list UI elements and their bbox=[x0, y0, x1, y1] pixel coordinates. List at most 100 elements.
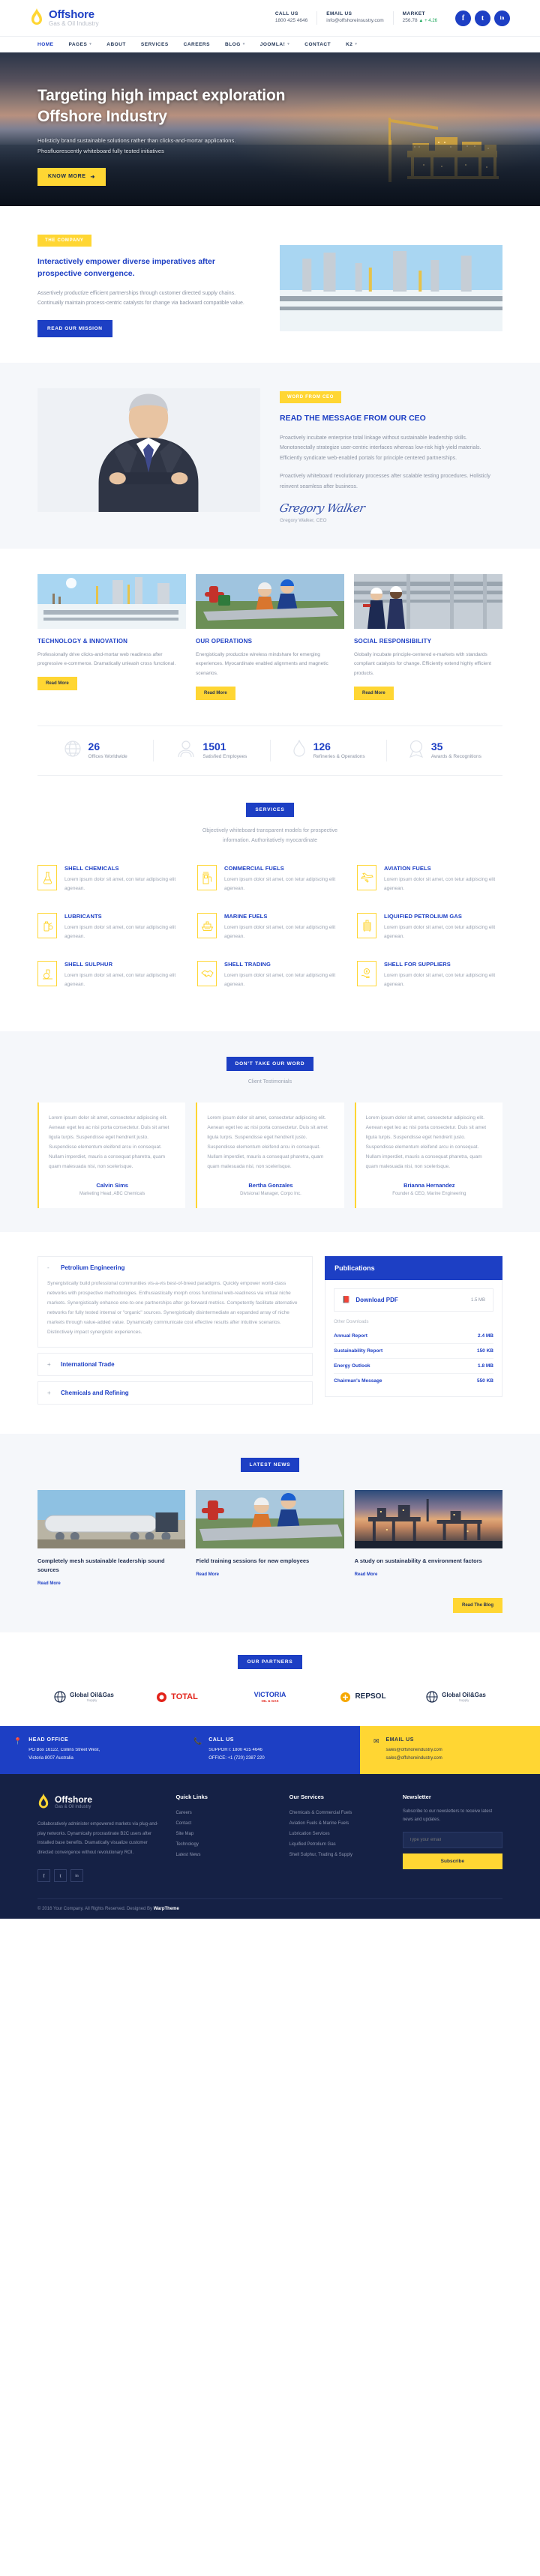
nav-item-contact[interactable]: CONTACT bbox=[297, 42, 338, 47]
download-item[interactable]: Annual Report 2.4 MB bbox=[334, 1329, 494, 1345]
nav-label: CONTACT bbox=[304, 41, 332, 47]
news-title[interactable]: Field training sessions for new employee… bbox=[196, 1557, 344, 1566]
stat-number: 1501 bbox=[202, 740, 226, 753]
newsletter-subscribe-button[interactable]: Subscribe bbox=[402, 1853, 502, 1869]
footer-link-careers[interactable]: Careers bbox=[176, 1808, 275, 1818]
footer-service-sulphur[interactable]: Shell Sulphur, Trading & Supply bbox=[290, 1850, 389, 1860]
top-contact-info: CALL US 1800 425 4646 EMAIL US info@offs… bbox=[266, 10, 510, 26]
service-item[interactable]: SHELL TRADING Lorem ipsum dolor sit amet,… bbox=[197, 961, 342, 989]
read-more-button[interactable]: Read More bbox=[196, 686, 236, 700]
linkedin-icon[interactable]: in bbox=[70, 1869, 83, 1883]
burner-icon bbox=[38, 961, 57, 987]
copyright-brand[interactable]: WarpTheme bbox=[154, 1907, 179, 1911]
partner-name: TOTAL bbox=[171, 1692, 198, 1701]
facebook-icon[interactable]: f bbox=[455, 10, 471, 26]
service-text: Lorem ipsum dolor sit amet, con tetur ad… bbox=[224, 877, 336, 892]
service-item[interactable]: SHELL FOR SUPPLIERS Lorem ipsum dolor sit… bbox=[357, 961, 502, 989]
partner-logo-total[interactable]: TOTAL bbox=[130, 1687, 224, 1707]
footer-logo[interactable]: Offshore Gas & Oil industry bbox=[38, 1794, 162, 1811]
download-item[interactable]: Chairman's Message 550 KB bbox=[334, 1374, 494, 1388]
news-title[interactable]: Completely mesh sustainable leadership s… bbox=[38, 1557, 185, 1575]
news-title[interactable]: A study on sustainability & environment … bbox=[355, 1557, 502, 1566]
facebook-icon[interactable]: f bbox=[38, 1869, 50, 1883]
flame-icon bbox=[38, 1794, 49, 1809]
service-item[interactable]: COMMERCIAL FUELS Lorem ipsum dolor sit am… bbox=[197, 865, 342, 893]
call-us-label: CALL US bbox=[208, 1737, 234, 1743]
news-read-more[interactable]: Read More bbox=[196, 1572, 344, 1577]
service-title: COMMERCIAL FUELS bbox=[224, 865, 284, 872]
crew-photo bbox=[196, 1490, 344, 1549]
footer-service-chemicals[interactable]: Chemicals & Commercial Fuels bbox=[290, 1808, 389, 1818]
accordion-item-international-trade[interactable]: + International Trade bbox=[38, 1353, 314, 1377]
read-our-mission-button[interactable]: READ OUR MISSION bbox=[38, 319, 112, 337]
nav-item-about[interactable]: ABOUT bbox=[99, 42, 134, 47]
newsletter-email-input[interactable] bbox=[402, 1831, 502, 1848]
footer-link-contact[interactable]: Contact bbox=[176, 1818, 275, 1829]
footer-service-lpg[interactable]: Liquified Petrolium Gas bbox=[290, 1839, 389, 1850]
service-item[interactable]: SHELL CHEMICALS Lorem ipsum dolor sit ame… bbox=[38, 865, 182, 893]
accordion-item-chemicals-and-refining[interactable]: + Chemicals and Refining bbox=[38, 1381, 314, 1405]
footer-link-site-map[interactable]: Site Map bbox=[176, 1829, 275, 1839]
service-title: LUBRICANTS bbox=[64, 913, 102, 920]
email-us-value[interactable]: info@offshoreinsustry.com bbox=[326, 18, 383, 25]
accordion-header[interactable]: - Petrolium Engineering bbox=[38, 1257, 312, 1279]
know-more-label: KNOW MORE bbox=[48, 174, 86, 180]
call-us-value[interactable]: 1800 425 4646 bbox=[275, 18, 308, 25]
service-title: MARINE FUELS bbox=[224, 913, 268, 920]
linkedin-icon[interactable]: in bbox=[494, 10, 510, 26]
footer-link-technology[interactable]: Technology bbox=[176, 1839, 275, 1850]
service-text: Lorem ipsum dolor sit amet, con tetur ad… bbox=[224, 925, 336, 940]
read-more-button[interactable]: Read More bbox=[38, 677, 77, 691]
service-item[interactable]: LIQUIFIED PETROLIUM GAS Lorem ipsum dolor… bbox=[357, 913, 502, 941]
partner-logo-victoria[interactable]: VICTORIA OIL & GAS bbox=[224, 1687, 316, 1707]
nav-item-blog[interactable]: BLOG ▾ bbox=[218, 42, 253, 47]
nav-item-k2[interactable]: K2 ▾ bbox=[338, 42, 364, 47]
service-item[interactable]: SHELL SULPHUR Lorem ipsum dolor sit amet,… bbox=[38, 961, 182, 989]
read-the-blog-button[interactable]: Read The Blog bbox=[452, 1598, 502, 1614]
stats-section: 26 Offices Worldwide 1501 Satisfied Empl… bbox=[0, 725, 540, 776]
logo-tagline: Gas & Oil Industry bbox=[49, 20, 99, 28]
call-us-block: CALL US 1800 425 4646 bbox=[266, 11, 316, 25]
service-item[interactable]: LUBRICANTS Lorem ipsum dolor sit amet, co… bbox=[38, 913, 182, 941]
email-us-addresses[interactable]: sales@offshoreindustry.com sales@offshor… bbox=[386, 1746, 442, 1763]
accordion-header[interactable]: + Chemicals and Refining bbox=[38, 1382, 312, 1404]
fuel-pump-icon bbox=[197, 865, 217, 891]
twitter-icon[interactable]: t bbox=[475, 10, 490, 26]
other-downloads-label: Other Downloads bbox=[334, 1320, 369, 1325]
download-item[interactable]: Energy Outlook 1.8 MB bbox=[334, 1359, 494, 1375]
read-more-button[interactable]: Read More bbox=[354, 686, 394, 700]
nav-label: K2 bbox=[346, 41, 353, 47]
partner-logo-repsol[interactable]: REPSOL bbox=[316, 1687, 410, 1707]
footer-link-latest-news[interactable]: Latest News bbox=[176, 1850, 275, 1860]
call-us-numbers[interactable]: SUPPORT: 1800 425 4646 OFFICE: +1 (720) … bbox=[208, 1746, 265, 1763]
contact-strip: 📍 HEAD OFFICE PO Box 16122, Collins Stre… bbox=[0, 1726, 540, 1775]
partner-logo-global-oilgas-2[interactable]: Global Oil&Gas Supply bbox=[410, 1687, 502, 1707]
download-item[interactable]: Sustainability Report 150 KB bbox=[334, 1344, 494, 1360]
service-item[interactable]: MARINE FUELS Lorem ipsum dolor sit amet, … bbox=[197, 913, 342, 941]
latest-news-badge: LATEST NEWS bbox=[240, 1458, 300, 1473]
twitter-icon[interactable]: t bbox=[54, 1869, 67, 1883]
nav-item-careers[interactable]: CAREERS bbox=[176, 42, 218, 47]
market-price: 256.78 bbox=[402, 18, 418, 23]
nav-item-services[interactable]: SERVICES bbox=[134, 42, 176, 47]
nav-item-home[interactable]: HOME bbox=[30, 42, 62, 47]
service-item[interactable]: AVIATION FUELS Lorem ipsum dolor sit amet… bbox=[357, 865, 502, 893]
footer-service-aviation[interactable]: Aviation Fuels & Marine Fuels bbox=[290, 1818, 389, 1829]
nav-item-joomla[interactable]: JOOMLA! ▾ bbox=[253, 42, 298, 47]
hero-title-line1: Targeting high impact exploration bbox=[38, 87, 286, 104]
accordion-item-petrolium-engineering[interactable]: - Petrolium Engineering Synergistically … bbox=[38, 1256, 314, 1348]
footer-service-lubrication[interactable]: Lubrication Services bbox=[290, 1829, 389, 1839]
news-read-more[interactable]: Read More bbox=[355, 1572, 502, 1577]
news-read-more[interactable]: Read More bbox=[38, 1581, 185, 1586]
site-logo[interactable]: Offshore Gas & Oil Industry bbox=[30, 8, 99, 28]
know-more-button[interactable]: KNOW MORE ➜ bbox=[38, 167, 106, 186]
pdf-icon: 📕 bbox=[342, 1296, 351, 1304]
accordion-header[interactable]: + International Trade bbox=[38, 1354, 312, 1375]
services-section: SERVICES Objectively whiteboard transpar… bbox=[0, 776, 540, 1032]
nav-item-pages[interactable]: PAGES ▾ bbox=[62, 42, 100, 47]
partner-logo-global-oilgas[interactable]: Global Oil&Gas Supply bbox=[38, 1687, 130, 1707]
location-icon: 📍 bbox=[14, 1737, 22, 1746]
hero-subtitle: Holisticly brand sustainable solutions r… bbox=[38, 136, 540, 155]
download-pdf-row[interactable]: 📕 Download PDF 1.5 MB bbox=[334, 1288, 494, 1312]
testimonial-card: Lorem ipsum dolor sit amet, consectetur … bbox=[354, 1103, 502, 1209]
